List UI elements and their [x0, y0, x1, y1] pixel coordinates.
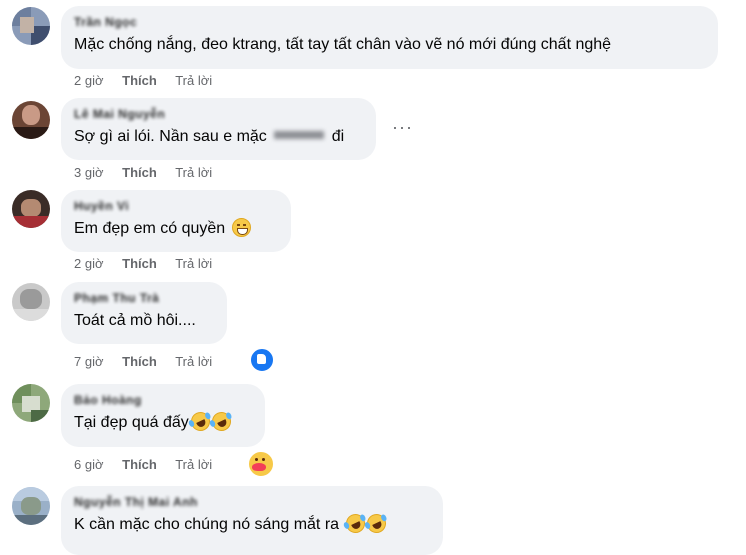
- like-button[interactable]: Thích: [122, 354, 157, 369]
- comment-actions: 6 giờ Thích Trả lời: [74, 457, 227, 473]
- comment-bubble: Bảo Hoàng Tại đẹp quá đấy: [61, 384, 265, 447]
- comment-bubble: Nguyễn Thị Mai Anh K cần mặc cho chúng n…: [61, 486, 443, 555]
- comment-actions: 7 giờ Thích Trả lời: [74, 354, 227, 370]
- redacted-text: [274, 131, 325, 139]
- reply-button[interactable]: Trả lời: [175, 457, 212, 472]
- avatar[interactable]: [12, 190, 50, 228]
- reply-button[interactable]: Trả lời: [175, 165, 212, 180]
- comment-actions: 2 giờ Thích Trả lời: [74, 256, 227, 272]
- like-button[interactable]: Thích: [122, 256, 157, 271]
- comment-time[interactable]: 7 giờ: [74, 354, 104, 369]
- avatar[interactable]: [12, 7, 50, 45]
- commenter-name[interactable]: Bảo Hoàng: [74, 393, 252, 407]
- comment-time[interactable]: 3 giờ: [74, 165, 104, 180]
- comment-text: K cần mặc cho chúng nó sáng mắt ra: [74, 510, 430, 537]
- like-button[interactable]: Thích: [122, 73, 157, 88]
- comment-text: Tại đẹp quá đấy: [74, 408, 252, 435]
- reply-button[interactable]: Trả lời: [175, 354, 212, 369]
- reply-button[interactable]: Trả lời: [175, 73, 212, 88]
- like-button[interactable]: Thích: [122, 165, 157, 180]
- commenter-name[interactable]: Nguyễn Thị Mai Anh: [74, 495, 430, 509]
- comment-bubble: Huyền Vi Em đẹp em có quyền: [61, 190, 291, 252]
- grinning-face-icon: [231, 218, 251, 237]
- commenter-name[interactable]: Lê Mai Nguyễn: [74, 107, 363, 121]
- commenter-name[interactable]: Trần Ngọc: [74, 15, 705, 29]
- avatar[interactable]: [12, 101, 50, 139]
- commenter-name[interactable]: Phạm Thu Trà: [74, 291, 214, 305]
- reply-button[interactable]: Trả lời: [175, 256, 212, 271]
- comment-time[interactable]: 2 giờ: [74, 73, 104, 88]
- avatar[interactable]: [12, 283, 50, 321]
- comment-time[interactable]: 6 giờ: [74, 457, 104, 472]
- comment-text: Em đẹp em có quyền: [74, 218, 278, 240]
- comment-text: Toát cả mồ hôi....: [74, 312, 196, 329]
- comment-bubble: Phạm Thu Trà Toát cả mồ hôi....: [61, 282, 227, 344]
- comment-text: Mặc chống nắng, đeo ktrang, tất tay tất …: [74, 36, 612, 53]
- comment-text: Sợ gì ai lói. Nần sau e mặc đi: [74, 128, 345, 145]
- commenter-name[interactable]: Huyền Vi: [74, 199, 278, 213]
- care-reaction-icon[interactable]: [247, 450, 275, 478]
- like-reaction-icon[interactable]: [249, 347, 275, 373]
- more-options-icon[interactable]: ···: [392, 118, 413, 136]
- comment-actions: 2 giờ Thích Trả lời: [74, 73, 227, 89]
- comment-time[interactable]: 2 giờ: [74, 256, 104, 271]
- comment-actions: 3 giờ Thích Trả lời: [74, 165, 227, 181]
- avatar[interactable]: [12, 384, 50, 422]
- like-button[interactable]: Thích: [122, 457, 157, 472]
- avatar[interactable]: [12, 487, 50, 525]
- rofl-face-icon: [208, 408, 234, 435]
- comment-bubble: Lê Mai Nguyễn Sợ gì ai lói. Nần sau e mặ…: [61, 98, 376, 160]
- rofl-face-icon: [363, 510, 389, 537]
- comment-bubble: Trần Ngọc Mặc chống nắng, đeo ktrang, tấ…: [61, 6, 718, 69]
